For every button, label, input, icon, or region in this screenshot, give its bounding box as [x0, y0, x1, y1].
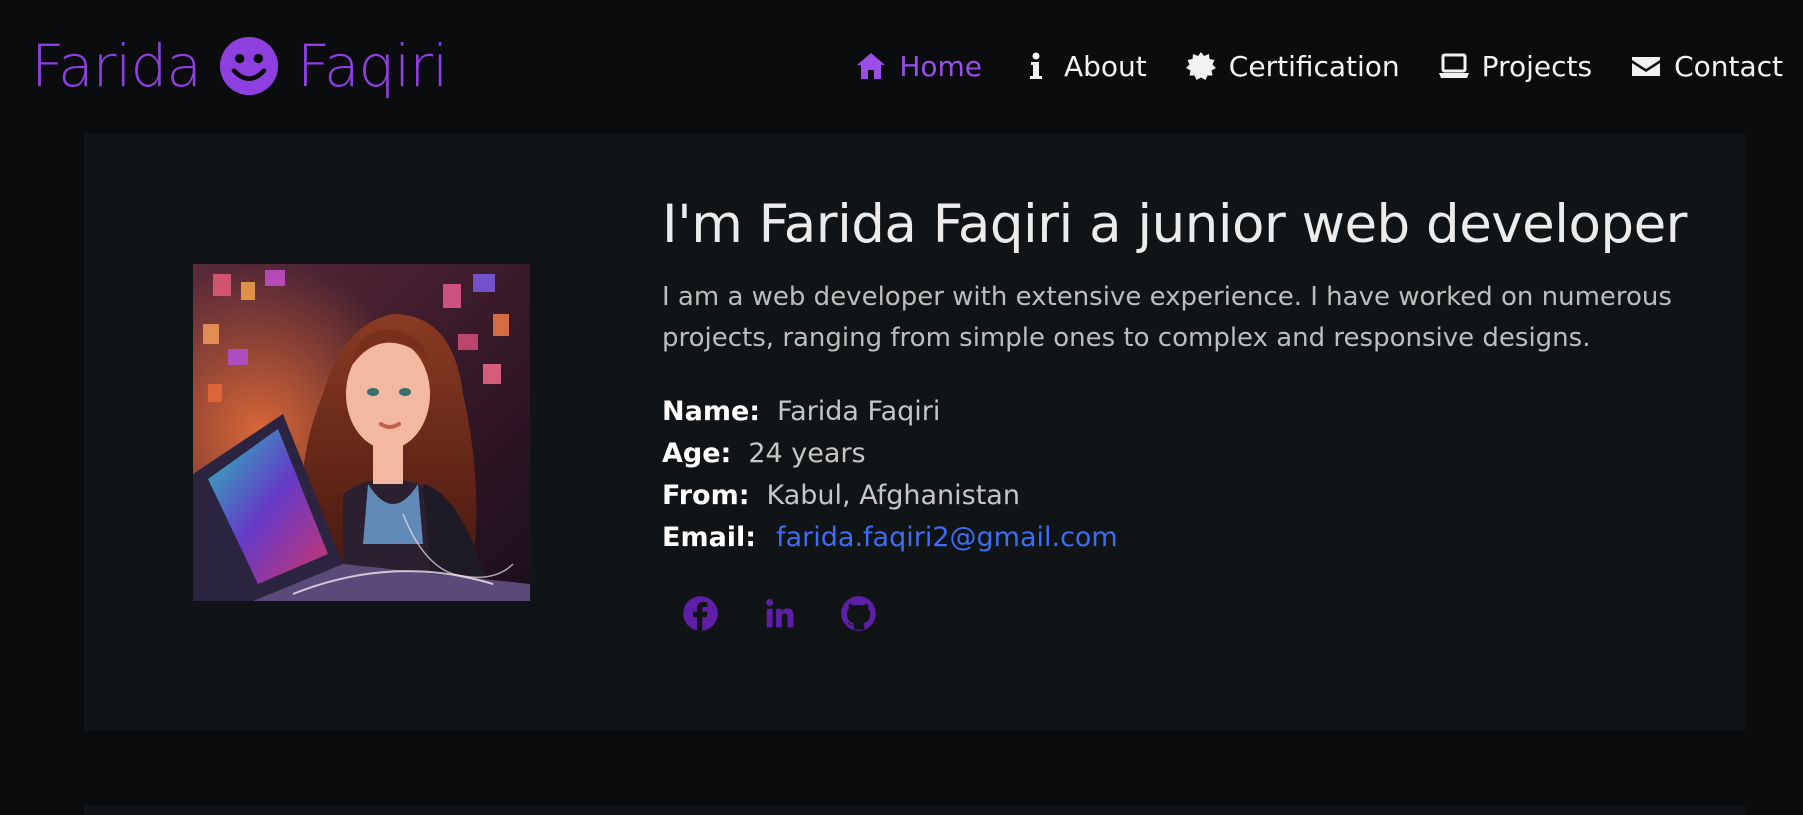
navbar: Farida Faqiri Home About Certification P…: [0, 0, 1803, 132]
facebook-icon: [682, 595, 719, 632]
profile-photo: [193, 264, 530, 601]
nav-item-about: About: [1020, 50, 1147, 83]
next-section-edge: [84, 806, 1745, 815]
email-link[interactable]: farida.faqiri2@gmail.com: [776, 517, 1118, 559]
social-links: [662, 595, 1722, 632]
home-icon: [855, 51, 887, 81]
nav-link-certification[interactable]: Certification: [1185, 50, 1400, 83]
laptop-icon: [1438, 51, 1470, 81]
hero-lead: I am a web developer with extensive expe…: [662, 281, 1672, 353]
nav-link-contact[interactable]: Contact: [1630, 50, 1783, 83]
brand-logo[interactable]: Farida Faqiri: [31, 32, 448, 100]
github-icon: [840, 595, 877, 632]
nav-label-projects: Projects: [1481, 49, 1593, 83]
nav-label-contact: Contact: [1674, 49, 1783, 83]
nav-item-projects: Projects: [1438, 50, 1592, 83]
info-key-name: Name:: [662, 395, 761, 427]
info-value-from: Kabul, Afghanistan: [766, 479, 1020, 511]
info-row-email: Email: farida.faqiri2@gmail.com: [662, 517, 1722, 559]
info-key-email: Email:: [662, 521, 757, 553]
nav-item-home: Home: [855, 50, 982, 83]
nav-link-home[interactable]: Home: [855, 50, 982, 83]
linkedin-link[interactable]: [761, 595, 798, 632]
main-nav: Home About Certification Projects Contac…: [855, 50, 1783, 83]
info-key-age: Age:: [662, 437, 732, 469]
certificate-badge-icon: [1185, 51, 1217, 81]
info-value-name: Farida Faqiri: [777, 395, 941, 427]
personal-info: Name: Farida Faqiri Age: 24 years From: …: [662, 391, 1722, 559]
facebook-link[interactable]: [682, 595, 719, 632]
info-row-from: From: Kabul, Afghanistan: [662, 475, 1722, 517]
linkedin-icon: [761, 595, 798, 632]
hero-content: I'm Farida Faqiri a junior web developer…: [662, 194, 1722, 632]
info-row-name: Name: Farida Faqiri: [662, 391, 1722, 433]
github-link[interactable]: [840, 595, 877, 632]
info-value-age: 24 years: [748, 437, 866, 469]
nav-label-about: About: [1064, 49, 1147, 83]
info-key-from: From:: [662, 479, 750, 511]
hero-title: I'm Farida Faqiri a junior web developer: [662, 194, 1687, 255]
nav-link-projects[interactable]: Projects: [1438, 50, 1592, 83]
nav-item-contact: Contact: [1630, 50, 1783, 83]
hero-section: I'm Farida Faqiri a junior web developer…: [84, 133, 1745, 731]
nav-link-about[interactable]: About: [1020, 50, 1147, 83]
info-row-age: Age: 24 years: [662, 433, 1722, 475]
smiley-face-icon: [219, 36, 279, 96]
brand-first-name: Farida: [31, 32, 202, 100]
nav-label-home: Home: [899, 49, 982, 83]
info-icon: [1020, 51, 1052, 81]
envelope-icon: [1630, 51, 1662, 81]
nav-label-certification: Certification: [1228, 49, 1400, 83]
brand-last-name: Faqiri: [296, 32, 448, 100]
nav-item-certification: Certification: [1185, 50, 1400, 83]
